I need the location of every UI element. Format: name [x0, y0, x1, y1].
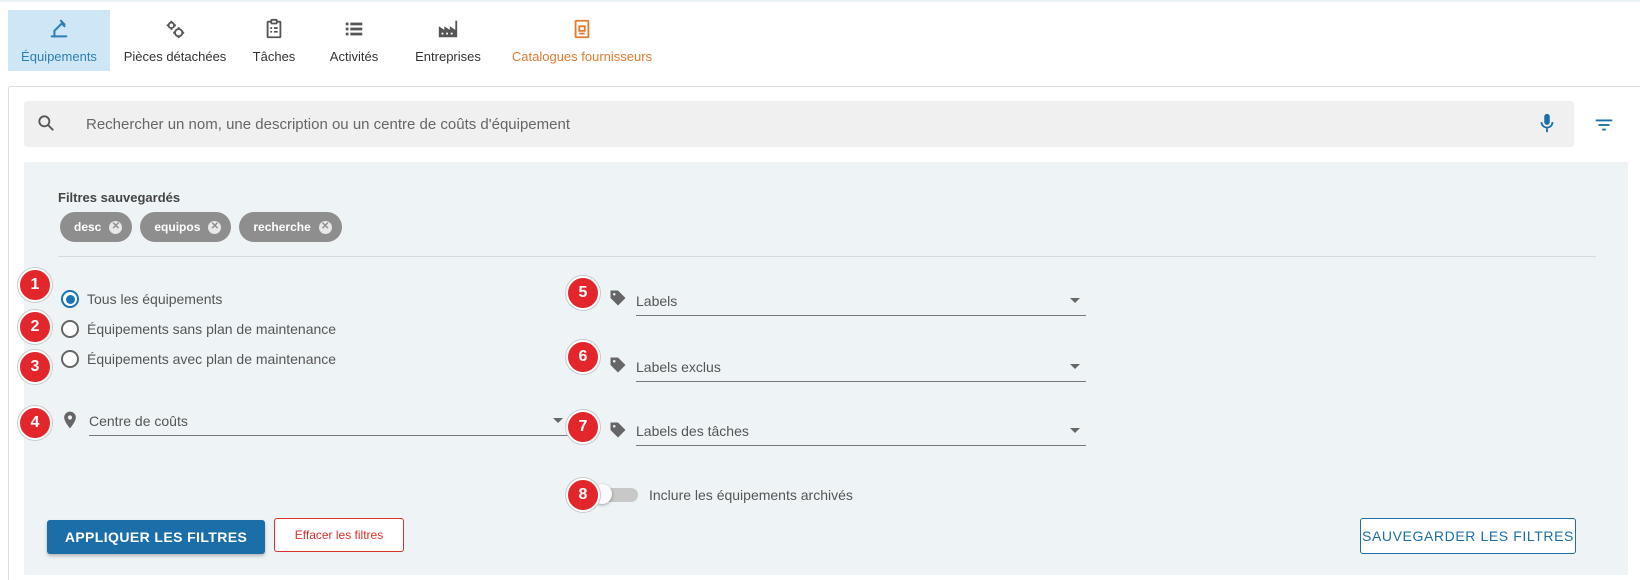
equipment-icon [50, 19, 68, 38]
tab-label: Pièces détachées [123, 49, 227, 64]
search-icon [38, 115, 54, 131]
callout-badge-7: 7 [566, 410, 600, 444]
radio-without-maintenance-plan[interactable]: Équipements sans plan de maintenance [61, 320, 336, 338]
tag-icon [610, 357, 626, 373]
factory-icon [438, 20, 458, 38]
select-label: Labels des tâches [636, 422, 749, 439]
chevron-down-icon [553, 418, 563, 423]
chip-label: equipos [154, 220, 201, 234]
location-pin-icon [64, 411, 76, 429]
select-label: Labels [636, 292, 678, 309]
saved-filter-chip[interactable]: equipos ✕ [140, 212, 232, 242]
saved-filter-chip[interactable]: desc ✕ [60, 212, 133, 242]
radio-all-equipment[interactable]: Tous les équipements [61, 290, 222, 308]
excluded-labels-select[interactable]: Labels exclus [636, 352, 1086, 382]
chevron-down-icon [1070, 364, 1080, 369]
callout-badge-3: 3 [18, 350, 52, 384]
tab-label: Entreprises [415, 49, 481, 64]
select-label: Labels exclus [636, 358, 721, 375]
tab-label: Catalogues fournisseurs [511, 49, 653, 64]
select-label: Centre de coûts [89, 412, 188, 429]
tab-catalogues-fournisseurs[interactable]: Catalogues fournisseurs [504, 10, 660, 71]
close-icon[interactable]: ✕ [109, 220, 123, 234]
tab-equipements[interactable]: Équipements [8, 10, 110, 71]
callout-badge-2: 2 [18, 310, 52, 344]
radio-label: Équipements avec plan de maintenance [87, 351, 337, 367]
apply-filters-button[interactable]: APPLIQUER LES FILTRES [47, 520, 265, 554]
radio-button-checked[interactable] [61, 290, 79, 308]
divider [58, 256, 1596, 257]
clipboard-icon [266, 18, 282, 39]
chevron-down-icon [1070, 298, 1080, 303]
radio-button[interactable] [61, 350, 79, 368]
saved-filters-title: Filtres sauvegardés [58, 190, 181, 205]
tab-activites[interactable]: Activités [322, 10, 386, 71]
catalog-icon [574, 19, 590, 39]
task-labels-select[interactable]: Labels des tâches [636, 416, 1086, 446]
callout-badge-4: 4 [18, 406, 52, 440]
chip-label: recherche [253, 220, 311, 234]
callout-badge-8: 8 [566, 478, 600, 512]
radio-label: Tous les équipements [87, 291, 223, 307]
search-input[interactable] [62, 101, 1532, 147]
tab-label: Activités [329, 49, 379, 64]
search-bar [24, 101, 1574, 147]
radio-button[interactable] [61, 320, 79, 338]
chip-label: desc [74, 220, 102, 234]
callout-badge-6: 6 [566, 340, 600, 374]
archived-toggle-label: Inclure les équipements archivés [649, 487, 853, 503]
tag-icon [610, 290, 626, 306]
save-filters-button[interactable]: SAUVEGARDER LES FILTRES [1360, 518, 1576, 554]
top-border [0, 0, 1640, 3]
close-icon[interactable]: ✕ [318, 220, 332, 234]
tab-pieces-detachees[interactable]: Pièces détachées [118, 10, 232, 71]
tab-label: Tâches [252, 49, 296, 64]
saved-filters-chips: desc ✕ equipos ✕ recherche ✕ [60, 212, 342, 242]
close-icon[interactable]: ✕ [208, 220, 222, 234]
chevron-down-icon [1070, 428, 1080, 433]
tag-icon [610, 422, 626, 438]
gears-icon [166, 20, 185, 39]
tab-label: Équipements [21, 49, 97, 64]
callout-badge-5: 5 [566, 276, 600, 310]
main-nav: Équipements Pièces détachées Tâches Acti… [0, 10, 1640, 72]
list-icon [345, 22, 363, 36]
saved-filter-chip[interactable]: recherche ✕ [239, 212, 342, 242]
clear-filters-button[interactable]: Effacer les filtres [274, 518, 404, 552]
cost-center-select[interactable]: Centre de coûts [89, 406, 569, 436]
labels-select[interactable]: Labels [636, 286, 1086, 316]
radio-label: Équipements sans plan de maintenance [87, 321, 337, 337]
callout-badge-1: 1 [18, 268, 52, 302]
tab-taches[interactable]: Tâches [244, 10, 304, 71]
microphone-icon[interactable] [1536, 112, 1558, 134]
radio-with-maintenance-plan[interactable]: Équipements avec plan de maintenance [61, 350, 336, 368]
tab-entreprises[interactable]: Entreprises [406, 10, 490, 71]
filter-list-icon[interactable] [1593, 114, 1615, 136]
